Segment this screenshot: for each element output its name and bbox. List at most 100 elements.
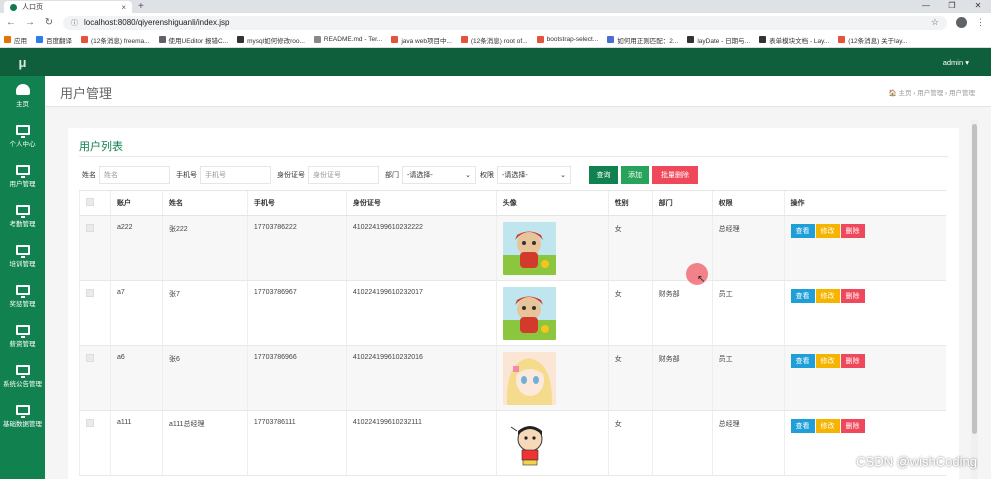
monitor-icon — [15, 164, 30, 178]
bookmark-favicon-icon — [687, 36, 695, 43]
batch-delete-button[interactable]: 批量删除 — [652, 166, 698, 184]
user-menu[interactable]: admin ▾ — [943, 58, 969, 67]
row-actions: 查看 修改 删除 — [790, 419, 946, 433]
bookmark-favicon-icon — [158, 36, 166, 43]
edit-button[interactable]: 修改 — [815, 354, 840, 368]
delete-button[interactable]: 删除 — [840, 354, 865, 368]
sidebar-item[interactable]: 考勤管理 — [0, 196, 45, 236]
close-window-button[interactable]: ✕ — [965, 0, 991, 12]
browser-menu-icon[interactable]: ⋮ — [976, 17, 985, 28]
forward-icon[interactable]: → — [25, 17, 35, 28]
avatar — [502, 417, 556, 470]
delete-button[interactable]: 删除 — [840, 419, 865, 433]
bookmark-item[interactable]: java web项目中... — [391, 35, 452, 45]
user-table: 账户 姓名 手机号 身份证号 头像 性别 部门 权限 操作 a222 张222 17… — [79, 190, 946, 476]
sidebar-item[interactable]: 主页 — [0, 76, 45, 116]
bookmarks-bar: 应用 百度翻译 (12条消息) freema... 使用UEditor 报错C... m… — [0, 32, 991, 48]
row-checkbox[interactable] — [86, 354, 94, 362]
maximize-button[interactable]: ❐ — [939, 0, 965, 12]
sidebar-item[interactable]: 用户管理 — [0, 156, 45, 196]
scrollbar-thumb[interactable] — [972, 124, 977, 434]
delete-button[interactable]: 删除 — [840, 224, 865, 238]
watermark: CSDN @wishCoding — [856, 454, 977, 469]
edit-button[interactable]: 修改 — [815, 419, 840, 433]
select-all-checkbox[interactable] — [86, 198, 94, 206]
bookmark-item[interactable]: 表单模块文档 - Lay... — [759, 35, 829, 45]
role-select[interactable]: -请选择- ⌄ — [497, 166, 571, 184]
view-button[interactable]: 查看 — [790, 354, 815, 368]
back-icon[interactable]: ← — [6, 17, 16, 28]
sidebar-item-label: 用户管理 — [9, 180, 36, 188]
bookmark-item[interactable]: README.md - Ter... — [313, 36, 382, 43]
bookmark-label: 表单模块文档 - Lay... — [769, 37, 830, 45]
bookmark-star-icon[interactable]: ☆ — [931, 17, 939, 28]
name-cell: a111总经理 — [161, 410, 248, 476]
page-header: 用户管理 🏠 主页 › 用户管理 › 用户管理 — [45, 76, 991, 107]
table-row: a222 张222 17703786222 410224199610232222 女总经… — [79, 215, 946, 281]
bookmark-favicon-icon — [838, 36, 846, 43]
name-filter-input[interactable]: 姓名 — [99, 166, 170, 184]
browser-tab-strip: 人口页 × + — ❐ ✕ — [0, 0, 991, 13]
bookmark-item[interactable]: 如何用正则匹配：2... — [607, 35, 678, 45]
actions-cell: 查看 修改 删除 — [783, 215, 946, 281]
bookmark-item[interactable]: (12条消息) freema... — [81, 35, 150, 45]
breadcrumb[interactable]: 🏠 主页 › 用户管理 › 用户管理 — [889, 87, 975, 97]
app-root: μ admin ▾ 主页 个人中心用户管理考勤管理培训管理奖惩管理 薪资管理 系统公告… — [0, 48, 991, 479]
id-filter-input[interactable]: 身份证号 — [308, 166, 379, 184]
edit-button[interactable]: 修改 — [815, 224, 840, 238]
role-cell: 总经理 — [711, 410, 785, 476]
add-button[interactable]: 添加 — [621, 166, 649, 184]
bookmark-item[interactable]: 使用UEditor 报错C... — [158, 35, 228, 45]
delete-button[interactable]: 删除 — [840, 289, 865, 303]
dept-cell: 财务部 — [651, 280, 713, 346]
query-button[interactable]: 查询 — [589, 166, 618, 184]
user-list-panel: 用户列表 姓名 姓名 手机号 手机号 身份证号 身份证号 部门 -请选择- ⌄ … — [68, 128, 959, 479]
bookmark-label: java web项目中... — [401, 37, 452, 45]
id-number-cell: 410224199610232016 — [345, 345, 497, 411]
bookmark-item[interactable]: mysql如何修改roo... — [237, 35, 305, 45]
table-header-row: 账户 姓名 手机号 身份证号 头像 性别 部门 权限 操作 — [79, 190, 946, 216]
row-checkbox[interactable] — [86, 419, 94, 427]
app-logo[interactable]: μ — [0, 48, 45, 76]
dept-filter-label: 部门 — [385, 172, 399, 179]
account-avatar-icon[interactable] — [956, 17, 967, 28]
phone-cell: 17703786222 — [246, 215, 347, 281]
tab-close-icon[interactable]: × — [121, 3, 126, 12]
view-button[interactable]: 查看 — [790, 224, 815, 238]
select-all-header — [79, 190, 111, 216]
sidebar-item[interactable]: 培训管理 — [0, 236, 45, 276]
site-info-icon[interactable]: ⓘ — [71, 18, 78, 28]
gender-cell: 女 — [607, 410, 653, 476]
dashboard-icon — [15, 84, 30, 95]
id-filter-label: 身份证号 — [277, 172, 305, 179]
sidebar-item[interactable]: 基础数据管理 — [0, 396, 45, 436]
dept-select[interactable]: -请选择- ⌄ — [402, 166, 476, 184]
bookmark-item[interactable]: 百度翻译 — [36, 35, 72, 45]
row-checkbox[interactable] — [86, 224, 94, 232]
bookmark-item[interactable]: layDate - 日期与... — [687, 35, 750, 45]
view-button[interactable]: 查看 — [790, 419, 815, 433]
row-checkbox[interactable] — [86, 289, 94, 297]
minimize-button[interactable]: — — [913, 0, 939, 12]
view-button[interactable]: 查看 — [790, 289, 815, 303]
bookmark-favicon-icon — [460, 36, 468, 43]
row-select-cell — [79, 410, 111, 476]
bookmark-item[interactable]: bootstrap-select... — [536, 36, 598, 43]
new-tab-icon[interactable]: + — [138, 1, 144, 13]
column-header: 账户 — [109, 190, 163, 216]
avatar — [502, 287, 556, 340]
sidebar-item[interactable]: 薪资管理 — [0, 316, 45, 356]
url-input[interactable]: ⓘ localhost:8080/qiyerenshiguanli/index.… — [63, 15, 947, 30]
sidebar-item[interactable]: 奖惩管理 — [0, 276, 45, 316]
reload-icon[interactable]: ↻ — [44, 17, 54, 28]
edit-button[interactable]: 修改 — [815, 289, 840, 303]
bookmark-item[interactable]: (12条消息) 关于lay... — [838, 35, 907, 45]
sidebar-item[interactable]: 个人中心 — [0, 116, 45, 156]
bookmark-item[interactable]: (12条消息) root of... — [460, 35, 528, 45]
bookmark-item[interactable]: 应用 — [4, 35, 27, 45]
bookmark-favicon-icon — [237, 36, 245, 43]
sidebar-item[interactable]: 系统公告管理 — [0, 356, 45, 396]
sidebar-item-label: 培训管理 — [9, 260, 36, 268]
browser-tab[interactable]: 人口页 × — [4, 1, 132, 13]
phone-filter-input[interactable]: 手机号 — [200, 166, 271, 184]
